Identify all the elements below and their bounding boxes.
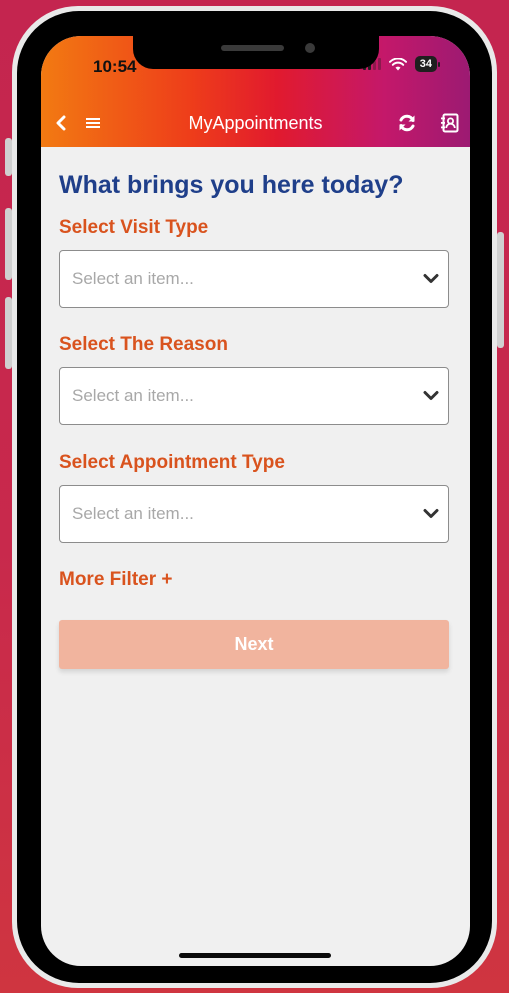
reason-label: Select The Reason bbox=[59, 334, 228, 355]
wifi-icon bbox=[388, 57, 407, 70]
battery-level: 34 bbox=[414, 56, 437, 72]
mute-switch bbox=[5, 138, 12, 176]
visit-type-label: Select Visit Type bbox=[59, 217, 209, 238]
front-camera bbox=[305, 43, 315, 53]
appointment-type-placeholder: Select an item... bbox=[72, 504, 194, 523]
visit-type-select[interactable]: Select an item... bbox=[59, 250, 449, 308]
battery-cap bbox=[438, 61, 440, 67]
next-button[interactable]: Next bbox=[59, 620, 449, 669]
chevron-down-icon bbox=[423, 274, 439, 283]
appointment-type-select[interactable]: Select an item... bbox=[59, 485, 449, 543]
home-indicator bbox=[179, 953, 331, 958]
chevron-down-icon bbox=[423, 391, 439, 400]
more-filter-link[interactable]: More Filter + bbox=[59, 569, 173, 591]
refresh-icon[interactable] bbox=[396, 112, 418, 134]
contact-book-icon[interactable] bbox=[439, 112, 461, 134]
status-time: 10:54 bbox=[93, 57, 137, 76]
phone-notch bbox=[133, 36, 379, 69]
volume-up-button bbox=[5, 208, 12, 280]
chevron-down-icon bbox=[423, 509, 439, 518]
speaker-grille bbox=[221, 45, 284, 51]
visit-type-placeholder: Select an item... bbox=[72, 269, 194, 288]
phone-screen: 10:54 34 MyAppointments What brings you … bbox=[41, 36, 470, 966]
reason-placeholder: Select an item... bbox=[72, 386, 194, 405]
page-title: What brings you here today? bbox=[59, 171, 404, 199]
power-button bbox=[497, 232, 504, 348]
appointment-type-label: Select Appointment Type bbox=[59, 452, 285, 473]
battery-indicator: 34 bbox=[414, 56, 440, 72]
volume-down-button bbox=[5, 297, 12, 369]
reason-select[interactable]: Select an item... bbox=[59, 367, 449, 425]
nav-bar: MyAppointments bbox=[41, 106, 470, 140]
